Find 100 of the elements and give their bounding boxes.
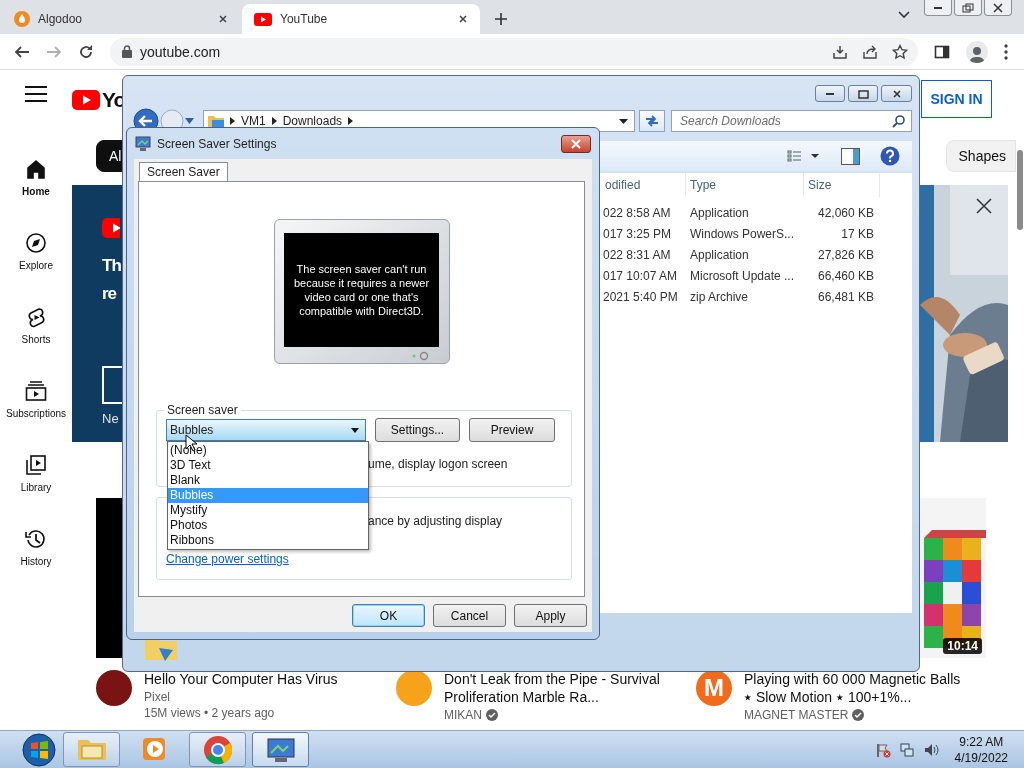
maximize-button[interactable]: [848, 85, 878, 102]
person-icon: [969, 44, 985, 63]
search-field[interactable]: Search Downloads: [671, 110, 912, 132]
tab[interactable]: Screen Saver: [139, 162, 228, 181]
plus-icon[interactable]: [494, 12, 508, 26]
download-icon[interactable]: [832, 43, 848, 60]
breadcrumb[interactable]: Downloads: [282, 114, 343, 128]
menu-icon[interactable]: [25, 86, 47, 102]
screen-saver-dropdown[interactable]: Bubbles: [166, 419, 366, 441]
channel-avatar[interactable]: [396, 670, 432, 706]
browser-tab[interactable]: Algodoo: [2, 4, 240, 34]
close-button[interactable]: [881, 85, 912, 102]
close-icon[interactable]: [458, 14, 468, 24]
dropdown-option[interactable]: Ribbons: [168, 533, 368, 548]
power-settings-link[interactable]: Change power settings: [166, 551, 289, 567]
url-text: youtube.com: [140, 43, 222, 60]
minimize-button[interactable]: [815, 85, 845, 102]
view-options-icon[interactable]: [787, 150, 821, 162]
more-icon[interactable]: [1004, 43, 1008, 60]
channel-name[interactable]: MIKAN: [444, 708, 482, 722]
clock-date[interactable]: 4/19/2022: [954, 749, 1008, 766]
dropdown-arrow-icon[interactable]: [619, 118, 629, 124]
filter-chip[interactable]: Shapes: [945, 140, 1016, 172]
ok-button[interactable]: OK: [352, 604, 425, 627]
close-icon: [992, 1, 1004, 14]
start-button[interactable]: [19, 732, 59, 767]
scrollbar-thumb[interactable]: [1017, 150, 1023, 230]
channel-avatar[interactable]: [96, 670, 132, 706]
sidebar-item[interactable]: Explore: [0, 214, 72, 288]
close-button[interactable]: [984, 0, 1012, 16]
sidebar-item[interactable]: Shorts: [0, 288, 72, 362]
table-cell-text: zip Archive: [689, 289, 750, 306]
close-icon[interactable]: [975, 197, 993, 215]
reload-icon[interactable]: [78, 43, 94, 60]
minimize-button[interactable]: [924, 0, 952, 16]
apply-button[interactable]: Apply: [514, 604, 587, 627]
clock-time[interactable]: 9:22 AM: [959, 733, 1004, 750]
video-title[interactable]: Hello Your Computer Has Virus: [144, 670, 366, 688]
channel-name[interactable]: Pixel: [144, 690, 170, 704]
home-icon: [25, 158, 47, 180]
dropdown-option[interactable]: Mystify: [168, 503, 368, 518]
table-cell-text: Application: [689, 247, 750, 264]
flag-icon[interactable]: [874, 741, 891, 758]
search-icon[interactable]: [892, 115, 905, 128]
column-header[interactable]: odified: [603, 173, 686, 197]
table-cell-text: Application: [689, 205, 750, 222]
preview-button[interactable]: Preview: [469, 418, 555, 442]
address-bar[interactable]: youtube.com: [110, 37, 918, 66]
restore-button[interactable]: [954, 0, 982, 16]
column-header[interactable]: Type: [686, 173, 804, 197]
profile-button[interactable]: [966, 40, 988, 63]
video-title[interactable]: Playing with 60 000 Magnetic Balls ⭑ Slow Motion ⭑ 100+1%...: [744, 670, 966, 706]
table-cell-text: 2021 5:40 PM: [603, 289, 679, 306]
dropdown-option[interactable]: 3D Text: [168, 458, 368, 473]
table-cell-text: 017 3:25 PM: [603, 226, 673, 243]
monitor-icon: [135, 135, 151, 152]
table-cell-text: 66,481 KB: [816, 289, 875, 306]
minimize-icon: [826, 92, 834, 95]
video-meta: 15M views • 2 years ago: [144, 706, 276, 720]
verified-icon: [852, 709, 865, 721]
cancel-button[interactable]: Cancel: [433, 604, 506, 627]
close-button[interactable]: [561, 134, 591, 153]
taskbar-button[interactable]: [252, 732, 309, 767]
share-icon[interactable]: [862, 43, 878, 60]
back-icon[interactable]: [14, 43, 30, 60]
star-icon[interactable]: [892, 43, 908, 60]
sidebar-item[interactable]: Library: [0, 436, 72, 510]
sidebar-item[interactable]: Subscriptions: [0, 362, 72, 436]
table-cell-text: Microsoft Update ...: [689, 268, 796, 285]
chevron-down-icon[interactable]: [898, 11, 910, 19]
duration-badge: 10:14: [943, 638, 982, 654]
dropdown-option[interactable]: (None): [168, 443, 368, 458]
channel-name[interactable]: MAGNET MASTER: [744, 708, 849, 722]
subscriptions-icon: [25, 380, 47, 402]
shorts-icon: [25, 306, 47, 328]
network-icon[interactable]: [898, 741, 915, 758]
video-title[interactable]: Don't Leak from the Pipe - Survival Proliferation Marble Ra...: [444, 670, 666, 706]
play-logo-icon: [254, 12, 272, 26]
sidebar-item[interactable]: Home: [0, 140, 72, 214]
table-cell-text: 17 KB: [840, 226, 875, 243]
table-cell-text: 66,460 KB: [816, 268, 875, 285]
chevron-icon: [348, 117, 354, 125]
refresh-button[interactable]: [639, 110, 665, 132]
settings-button[interactable]: Settings...: [375, 418, 460, 442]
dropdown-option[interactable]: Photos: [168, 518, 368, 533]
library-icon: [25, 454, 47, 476]
side-panel-icon[interactable]: [934, 43, 950, 60]
table-cell-text: 42,060 KB: [816, 205, 875, 222]
preview-pane-icon[interactable]: [841, 147, 860, 165]
dropdown-option[interactable]: Blank: [168, 473, 368, 488]
close-icon[interactable]: [218, 14, 228, 24]
help-icon[interactable]: [880, 146, 900, 166]
sidebar-item[interactable]: History: [0, 510, 72, 584]
column-header[interactable]: Size: [804, 173, 880, 197]
taskbar-button[interactable]: [189, 732, 246, 767]
browser-tab[interactable]: YouTube: [242, 4, 480, 34]
sign-in-button[interactable]: SIGN IN: [921, 80, 992, 118]
chevron-icon: [230, 117, 235, 125]
breadcrumb[interactable]: VM1: [241, 114, 266, 128]
play-logo-icon[interactable]: [72, 90, 100, 110]
